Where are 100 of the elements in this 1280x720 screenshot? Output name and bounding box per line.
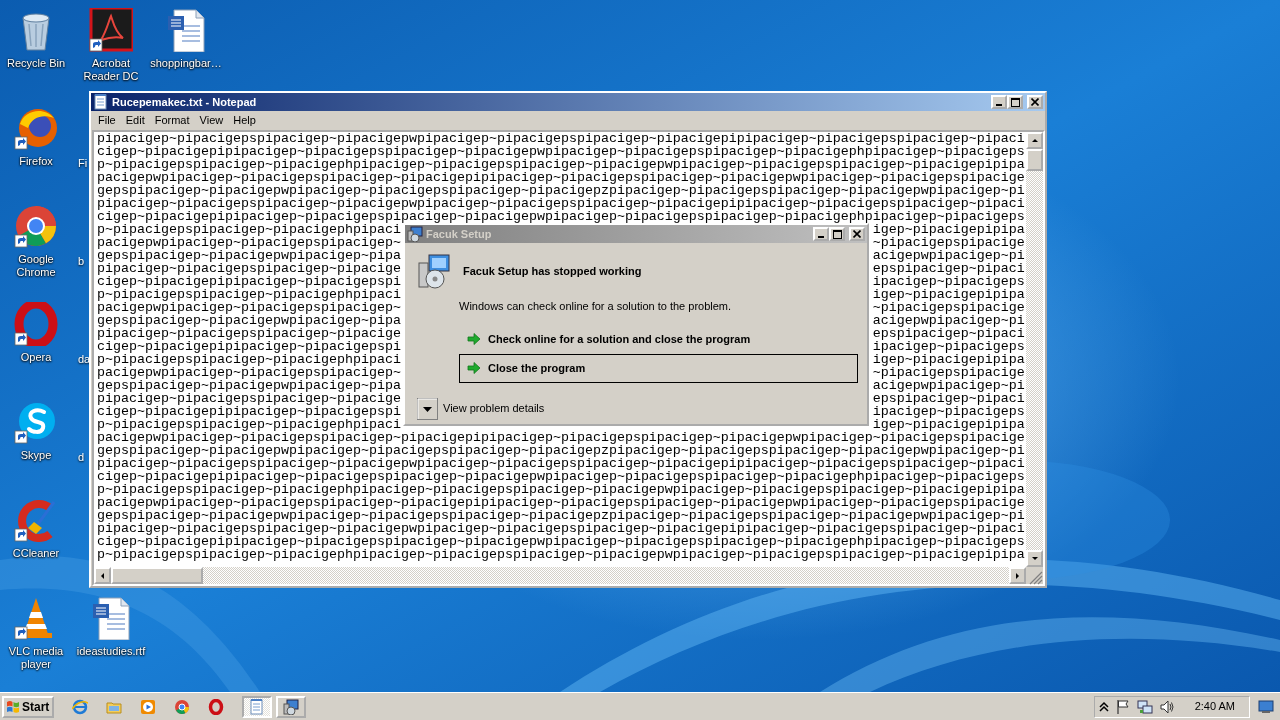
command-link[interactable]: Close the program	[459, 353, 858, 383]
text-line-fragment: igep~pipacigepipipa	[872, 287, 1025, 302]
text-line-fragment: pacigepwpipacigep~pipacigepspipacigep~	[97, 300, 401, 315]
icon-label[interactable]: CCleaner	[12, 547, 60, 560]
close-button[interactable]	[849, 227, 865, 241]
installer-icon	[407, 226, 423, 242]
media-player-icon	[140, 698, 156, 715]
installer-icon	[283, 698, 299, 715]
text-line-fragment: acigepwpipacigep~pi	[872, 248, 1025, 263]
browser-icon[interactable]	[14, 204, 58, 248]
text-line-fragment: ipacigep~pipacigeps	[872, 339, 1025, 354]
task-button[interactable]	[242, 695, 272, 718]
text-line: gepspipacigep~pipacigepwpipacigep~pipacigepspipacigep~pipacigepzpipacigep~pipacigepspipacigep~pipacigepwpipacigep~pi	[97, 509, 1026, 522]
icon-label[interactable]: Firefox	[19, 155, 53, 168]
right-arrow-icon	[1014, 571, 1021, 580]
command-link[interactable]: Check online for a solution and close the program	[459, 324, 858, 354]
flag-icon[interactable]	[1114, 698, 1131, 715]
window-title: Facuk Setup	[426, 226, 492, 242]
text-line-fragment: ~pipacigepspipacige	[872, 365, 1025, 380]
network-icon[interactable]	[1136, 698, 1153, 715]
scrollbar-thumb[interactable]	[111, 567, 203, 584]
icon-label[interactable]: shoppingbar…	[150, 57, 222, 70]
maximize-button[interactable]	[1007, 95, 1023, 109]
close-icon	[1031, 98, 1039, 106]
text-line: pipacigep~pipacigepspipacigep~pipacigepwpipacigep~pipacigepspipacigep~pipacigepipipacigep~pipacigepspipacigep~pipaci	[97, 132, 1026, 145]
notepad-icon	[93, 94, 109, 110]
icon-label[interactable]: VLC media player	[0, 645, 74, 671]
left-arrow-icon	[99, 571, 106, 580]
text-line-fragment: p~pipacigepspipacigep~pipacigephpipaci	[97, 417, 401, 432]
menu-item[interactable]: Format	[149, 112, 195, 129]
text-line: pacigepwpipacigep~pipacigepspipacigep~pipacigepipipacigep~pipacigepspipacigep~pipacigepwpipacigep~pipacigepspipacige	[97, 171, 1026, 184]
text-line-fragment: epspipacigep~pipaci	[872, 326, 1025, 341]
dialog-message: Windows can check online for a solution to the problem.	[459, 299, 733, 314]
text-line-fragment: gepspipacigep~pipacigepwpipacigep~pipa	[97, 248, 401, 263]
app-icon[interactable]	[89, 8, 133, 52]
text-line: cigep~pipacigepipipacigep~pipacigepspipacigep~pipacigepwpipacigep~pipacigepspipacigep~pipacigephpipacigep~pipacigeps	[97, 535, 1026, 548]
start-button[interactable]: Start	[2, 695, 54, 718]
icon-label[interactable]: ideastudies.rtf	[76, 645, 146, 658]
scroll-left-button[interactable]	[94, 567, 111, 584]
icon-label[interactable]: d	[78, 451, 85, 464]
maximize-button[interactable]	[829, 227, 845, 241]
maximize-icon	[1010, 97, 1020, 107]
window-title: Rucepemakec.txt - Notepad	[112, 94, 257, 110]
text-line-fragment: pipacigep~pipacigepspipacigep~pipacige	[97, 326, 401, 341]
close-icon	[853, 230, 861, 238]
icon-label[interactable]: da	[78, 353, 91, 366]
icon-label[interactable]: Recycle Bin	[6, 57, 66, 70]
text-line-fragment: gepspipacigep~pipacigepwpipacigep~pipa	[97, 313, 401, 328]
installer-icon	[417, 253, 451, 289]
monitor-icon	[1258, 699, 1274, 714]
icon-label[interactable]: Skype	[20, 449, 52, 462]
text-line: cigep~pipacigepipipacigep~pipacigepspipacigep~pipacigepwpipacigep~pipacigepspipacigep~pipacigephpipacigep~pipacigeps	[97, 210, 1026, 223]
close-button[interactable]	[1027, 95, 1043, 109]
menu-item[interactable]: Edit	[120, 112, 150, 129]
text-line-fragment: ~pipacigepspipacige	[872, 235, 1025, 250]
menu-item[interactable]: Help	[228, 112, 261, 129]
text-line: pipacigep~pipacigepspipacigep~pipacigepwpipacigep~pipacigepspipacigep~pipacigepipipacigep~pipacigepspipacigep~pipaci	[97, 457, 1026, 470]
task-button[interactable]	[276, 695, 306, 718]
text-line: p~pipacigepspipacigep~pipacigephpipacigep~pipacigepspipacigep~pipacigepwpipacigep~pipacigepspipacigep~pipacigepipipa	[97, 548, 1026, 561]
scroll-up-button[interactable]	[1026, 132, 1043, 149]
windows-logo-icon	[6, 699, 20, 714]
minimize-button[interactable]	[991, 95, 1007, 109]
icon-label[interactable]: Opera	[20, 351, 52, 364]
text-line: pacigepwpipacigep~pipacigepspipacigep~pipacigepipipacigep~pipacigepspipacigep~pipacigepwpipacigep~pipacigepspipacige	[97, 496, 1026, 509]
scrollbar-thumb[interactable]	[1026, 149, 1043, 171]
chat-icon[interactable]	[14, 400, 58, 444]
arrow-icon	[467, 361, 481, 375]
text-line-fragment: p~pipacigepspipacigep~pipacigephpipaci	[97, 352, 401, 367]
text-line-fragment: pipacigep~pipacigepspipacigep~pipacige	[97, 391, 401, 406]
browser-icon	[174, 698, 190, 715]
text-line: p~pipacigepspipacigep~pipacigephpipacigep~pipacigepspipacigep~pipacigepwpipacigep~pipacigepspipacigep~pipacigepipipa	[97, 158, 1026, 171]
browser-icon[interactable]	[14, 302, 58, 346]
icon-label[interactable]: Google Chrome	[0, 253, 74, 279]
volume-icon[interactable]	[1158, 698, 1175, 715]
clock[interactable]: 2:40 AM	[1194, 698, 1235, 715]
text-line-fragment: igep~pipacigepipipa	[872, 352, 1025, 367]
text-line-fragment: p~pipacigepspipacigep~pipacigephpipaci	[97, 222, 401, 237]
browser-icon	[208, 698, 224, 715]
text-line: pipacigep~pipacigepspipacigep~pipacigepwpipacigep~pipacigepspipacigep~pipacigepipipacigep~pipacigepspipacigep~pipaci	[97, 197, 1026, 210]
icon-label[interactable]: Acrobat Reader DC	[73, 57, 149, 83]
text-line-fragment: acigepwpipacigep~pi	[872, 378, 1025, 393]
icon-label[interactable]: Fi	[78, 157, 88, 170]
text-line-fragment: ~pipacigepspipacige	[872, 300, 1025, 315]
text-line-fragment: pipacigep~pipacigepspipacigep~pipacige	[97, 261, 401, 276]
menu-item[interactable]: File	[93, 112, 121, 129]
browser-icon	[72, 698, 88, 715]
browser-icon[interactable]	[14, 106, 58, 150]
chevron-icon[interactable]	[1098, 700, 1109, 713]
details-toggle[interactable]: View problem details	[417, 397, 856, 420]
text-line: pipacigep~pipacigepspipacigep~pipacigepwpipacigep~pipacigepspipacigep~pipacigepipipacigep~pipacigepspipacigep~pipaci	[97, 522, 1026, 535]
text-line: pacigepwpipacigep~pipacigepspipacigep~pipacigepipipacigep~pipacigepspipacigep~pipacigepwpipacigep~pipacigepspipacige	[97, 431, 1026, 444]
scroll-down-button[interactable]	[1026, 550, 1043, 567]
scroll-right-button[interactable]	[1009, 567, 1026, 584]
text-line-fragment: ipacigep~pipacigeps	[872, 404, 1025, 419]
down-arrow-icon	[1030, 555, 1039, 562]
broom-icon[interactable]	[14, 498, 58, 542]
icon-label[interactable]: b	[78, 255, 85, 268]
minimize-button[interactable]	[813, 227, 829, 241]
maximize-icon	[832, 229, 842, 239]
menu-item[interactable]: View	[194, 112, 229, 129]
